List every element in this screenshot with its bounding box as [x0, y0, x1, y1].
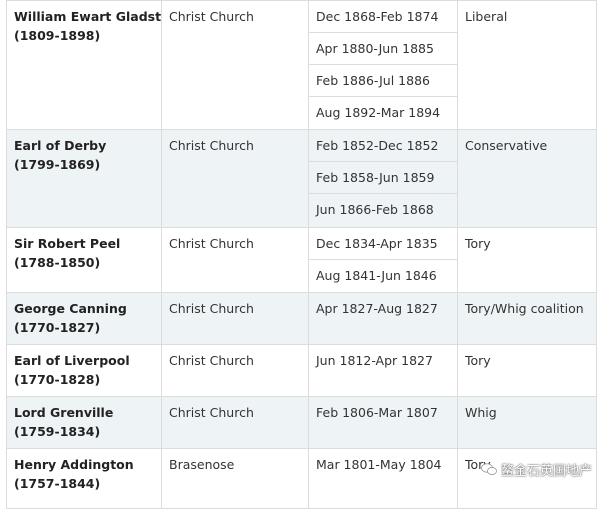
prime-ministers-table: William Ewart Gladstone (1809-1898) Christ…	[6, 0, 597, 509]
college-cell: Christ Church	[161, 292, 309, 345]
table-row: Earl of Liverpool (1770-1828) Christ Churc…	[6, 344, 597, 397]
table-row: Sir Robert Peel (1788-1850) Christ Church D…	[6, 227, 597, 293]
pm-name: Henry Addington	[14, 457, 134, 472]
pm-name: Earl of Derby	[14, 138, 107, 153]
college-cell: Christ Church	[161, 0, 309, 130]
pm-name: Sir Robert Peel	[14, 236, 121, 251]
pm-years: (1788-1850)	[14, 255, 101, 270]
pm-name-cell: Earl of Derby (1799-1869)	[6, 129, 162, 228]
pm-name-cell: Earl of Liverpool (1770-1828)	[6, 344, 162, 397]
terms-cell: Jun 1812-Apr 1827	[308, 344, 458, 397]
term-item: Jun 1866-Feb 1868	[316, 202, 434, 217]
party-cell: Liberal	[457, 0, 597, 130]
term-item: Feb 1886-Jul 1886	[309, 65, 457, 97]
terms-cell: Feb 1806-Mar 1807	[308, 396, 458, 449]
pm-years: (1770-1828)	[14, 372, 101, 387]
pm-years: (1759-1834)	[14, 424, 101, 439]
terms-cell: Feb 1852-Dec 1852 Feb 1858-Jun 1859 Jun 18…	[308, 129, 458, 228]
terms-cell: Dec 1868-Feb 1874 Apr 1880-Jun 1885 Feb 18…	[308, 0, 458, 130]
college-cell: Christ Church	[161, 344, 309, 397]
party-cell: Tory	[457, 344, 597, 397]
term-item: Mar 1801-May 1804	[316, 457, 442, 472]
college-cell: Christ Church	[161, 227, 309, 293]
pm-years: (1809-1898)	[14, 28, 101, 43]
chat-bubbles-icon	[481, 463, 497, 476]
term-item: Feb 1852-Dec 1852	[309, 131, 457, 162]
party-cell: Conservative	[457, 129, 597, 228]
pm-name-cell: Lord Grenville (1759-1834)	[6, 396, 162, 449]
pm-name: William Ewart Gladstone	[14, 9, 162, 24]
term-item: Feb 1806-Mar 1807	[316, 405, 438, 420]
term-item: Apr 1880-Jun 1885	[309, 33, 457, 65]
party-cell: Tory	[457, 227, 597, 293]
term-item: Jun 1812-Apr 1827	[316, 353, 433, 368]
term-item: Dec 1868-Feb 1874	[309, 2, 457, 33]
table-row: William Ewart Gladstone (1809-1898) Christ…	[6, 0, 597, 130]
pm-years: (1770-1827)	[14, 320, 101, 335]
party-cell: Whig	[457, 396, 597, 449]
watermark-text: 鳌金石英国地产	[500, 464, 592, 479]
pm-name-cell: Henry Addington (1757-1844)	[6, 448, 162, 509]
table-row: George Canning (1770-1827) Christ Church Ap…	[6, 292, 597, 345]
party-cell: Tory/Whig coalition	[457, 292, 597, 345]
term-item: Apr 1827-Aug 1827	[316, 301, 438, 316]
term-item: Aug 1892-Mar 1894	[316, 105, 441, 120]
pm-name-cell: Sir Robert Peel (1788-1850)	[6, 227, 162, 293]
watermark: 鳌金石英国地产	[481, 460, 592, 479]
terms-cell: Mar 1801-May 1804	[308, 448, 458, 509]
table-row: Earl of Derby (1799-1869) Christ Church Feb…	[6, 129, 597, 228]
pm-name: George Canning	[14, 301, 127, 316]
college-cell: Christ Church	[161, 396, 309, 449]
term-item: Feb 1858-Jun 1859	[309, 162, 457, 194]
terms-cell: Apr 1827-Aug 1827	[308, 292, 458, 345]
pm-name-cell: William Ewart Gladstone (1809-1898)	[6, 0, 162, 130]
term-item: Aug 1841-Jun 1846	[316, 268, 437, 283]
pm-years: (1757-1844)	[14, 476, 101, 491]
pm-name: Earl of Liverpool	[14, 353, 130, 368]
college-cell: Christ Church	[161, 129, 309, 228]
terms-cell: Dec 1834-Apr 1835 Aug 1841-Jun 1846	[308, 227, 458, 293]
college-cell: Brasenose	[161, 448, 309, 509]
table-row: Lord Grenville (1759-1834) Christ Church Fe…	[6, 396, 597, 449]
pm-years: (1799-1869)	[14, 157, 101, 172]
pm-name: Lord Grenville	[14, 405, 114, 420]
term-item: Dec 1834-Apr 1835	[309, 229, 457, 260]
pm-name-cell: George Canning (1770-1827)	[6, 292, 162, 345]
